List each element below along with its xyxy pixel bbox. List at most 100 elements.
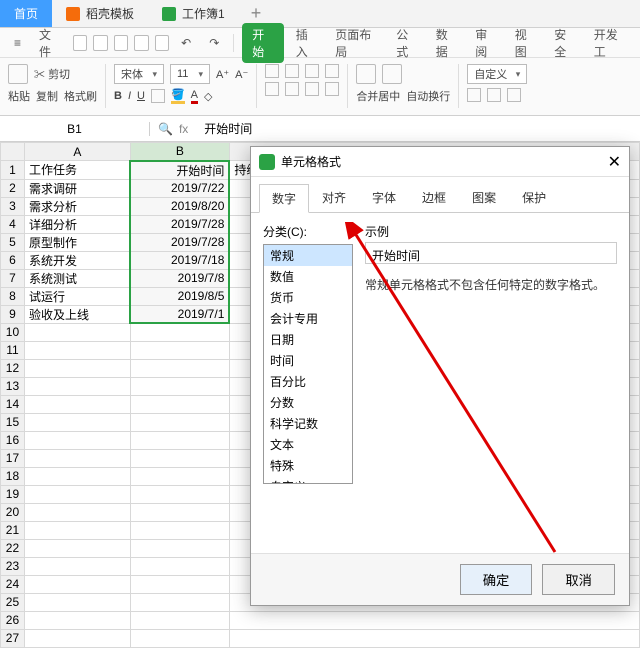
cell[interactable]: 验收及上线	[24, 305, 130, 323]
cell[interactable]	[24, 521, 130, 539]
category-item[interactable]: 特殊	[264, 455, 352, 476]
align-bot-icon[interactable]	[305, 64, 319, 78]
name-box[interactable]: B1	[0, 122, 150, 136]
close-icon[interactable]: ✕	[608, 152, 621, 172]
cell[interactable]	[130, 413, 229, 431]
cell[interactable]	[130, 557, 229, 575]
category-item[interactable]: 会计专用	[264, 308, 352, 329]
currency-icon[interactable]	[467, 88, 481, 102]
cell[interactable]	[130, 323, 229, 341]
cell[interactable]	[130, 611, 229, 629]
row-header[interactable]: 8	[1, 287, 25, 305]
print-icon[interactable]	[134, 35, 149, 51]
cell[interactable]	[130, 449, 229, 467]
corner-cell[interactable]	[1, 143, 25, 161]
category-item[interactable]: 科学记数	[264, 413, 352, 434]
row-header[interactable]: 17	[1, 449, 25, 467]
cell[interactable]	[130, 431, 229, 449]
font-color-icon[interactable]: A	[191, 89, 198, 104]
menu-hamburger[interactable]: ≡	[8, 34, 27, 52]
fx-icon[interactable]: fx	[179, 122, 188, 136]
cell[interactable]	[130, 629, 229, 647]
cell[interactable]: 开始时间	[130, 161, 229, 180]
menu-security[interactable]: 安全	[548, 24, 582, 62]
category-item[interactable]: 常规	[264, 245, 352, 266]
fill-color-icon[interactable]: 🪣	[171, 88, 185, 104]
cell[interactable]	[24, 467, 130, 485]
redo-icon[interactable]: ↷	[203, 34, 225, 52]
fx-lookup-icon[interactable]: 🔍	[158, 122, 173, 136]
cell[interactable]	[130, 521, 229, 539]
format-painter-button[interactable]: 格式刷	[64, 88, 97, 104]
cell[interactable]	[130, 377, 229, 395]
row-header[interactable]: 12	[1, 359, 25, 377]
font-size-select[interactable]: 11▾	[170, 64, 210, 84]
formula-input[interactable]: 开始时间	[196, 120, 640, 137]
cell[interactable]: 详细分析	[24, 215, 130, 233]
cell[interactable]	[130, 593, 229, 611]
cell[interactable]	[130, 539, 229, 557]
cell[interactable]	[24, 431, 130, 449]
decrease-font-icon[interactable]: A⁻	[235, 68, 248, 81]
cell[interactable]	[24, 395, 130, 413]
cell[interactable]	[229, 629, 639, 647]
merge-icon[interactable]	[356, 64, 376, 84]
undo-icon[interactable]: ↶	[175, 34, 197, 52]
menu-layout[interactable]: 页面布局	[329, 24, 384, 62]
row-header[interactable]: 6	[1, 251, 25, 269]
row-header[interactable]: 19	[1, 485, 25, 503]
cell[interactable]: 2019/7/28	[130, 233, 229, 251]
cell[interactable]	[130, 503, 229, 521]
ok-button[interactable]: 确定	[460, 564, 533, 595]
percent-icon[interactable]	[487, 88, 501, 102]
dialog-tab[interactable]: 字体	[359, 183, 409, 212]
new-icon[interactable]	[73, 35, 88, 51]
row-header[interactable]: 16	[1, 431, 25, 449]
cell[interactable]	[24, 449, 130, 467]
border-icon[interactable]	[151, 89, 165, 103]
align-top-icon[interactable]	[265, 64, 279, 78]
row-header[interactable]: 3	[1, 197, 25, 215]
cell[interactable]: 系统开发	[24, 251, 130, 269]
dialog-tab[interactable]: 保护	[509, 183, 559, 212]
italic-icon[interactable]: I	[128, 90, 131, 102]
row-header[interactable]: 24	[1, 575, 25, 593]
cell[interactable]: 需求分析	[24, 197, 130, 215]
menu-formula[interactable]: 公式	[390, 24, 424, 62]
cell[interactable]: 2019/7/22	[130, 179, 229, 197]
menu-dev[interactable]: 开发工	[588, 24, 632, 62]
preview-icon[interactable]	[155, 35, 170, 51]
cell[interactable]: 2019/7/8	[130, 269, 229, 287]
cut-button[interactable]: ✂ 剪切	[34, 66, 70, 82]
increase-font-icon[interactable]: A⁺	[216, 68, 229, 81]
bold-icon[interactable]: B	[114, 90, 122, 102]
row-header[interactable]: 18	[1, 467, 25, 485]
number-format-select[interactable]: 自定义▾	[467, 64, 527, 84]
comma-icon[interactable]	[507, 88, 521, 102]
cell[interactable]	[24, 323, 130, 341]
cell[interactable]	[24, 359, 130, 377]
align-center-icon[interactable]	[285, 82, 299, 96]
row-header[interactable]: 7	[1, 269, 25, 287]
menu-file[interactable]: 文件	[33, 24, 67, 62]
row-header[interactable]: 22	[1, 539, 25, 557]
paste-icon[interactable]	[8, 64, 28, 84]
row-header[interactable]: 2	[1, 179, 25, 197]
highlight-icon[interactable]: ◇	[204, 90, 212, 103]
cell[interactable]	[24, 629, 130, 647]
menu-start[interactable]: 开始	[242, 23, 284, 63]
category-item[interactable]: 货币	[264, 287, 352, 308]
align-left-icon[interactable]	[265, 82, 279, 96]
cell[interactable]	[24, 413, 130, 431]
row-header[interactable]: 13	[1, 377, 25, 395]
wrap-icon[interactable]	[382, 64, 402, 84]
category-item[interactable]: 时间	[264, 350, 352, 371]
cell[interactable]	[24, 575, 130, 593]
cell[interactable]	[130, 341, 229, 359]
category-item[interactable]: 自定义	[264, 476, 352, 484]
row-header[interactable]: 15	[1, 413, 25, 431]
dialog-tab[interactable]: 图案	[459, 183, 509, 212]
dialog-tab[interactable]: 数字	[259, 184, 309, 213]
category-list[interactable]: 常规数值货币会计专用日期时间百分比分数科学记数文本特殊自定义	[263, 244, 353, 484]
row-header[interactable]: 11	[1, 341, 25, 359]
